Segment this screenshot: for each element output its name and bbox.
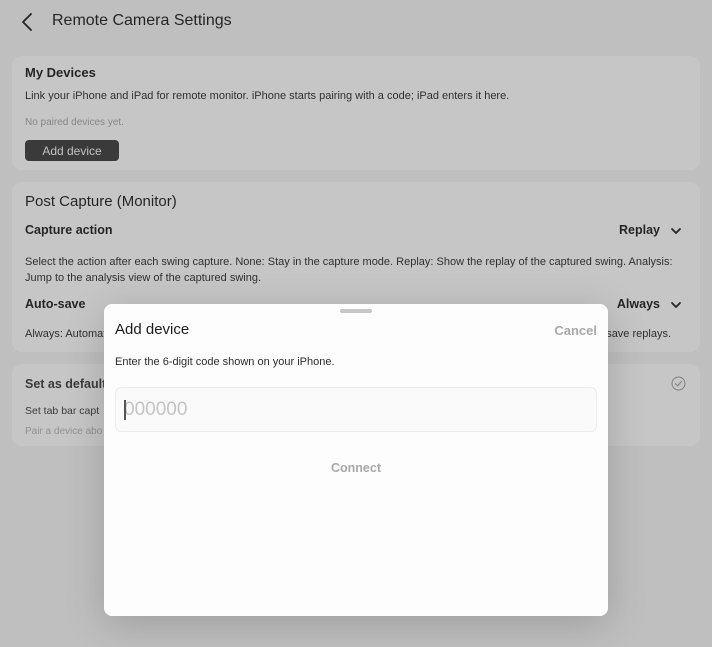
sheet-grabber[interactable] xyxy=(340,309,372,313)
add-device-sheet: Add device Cancel Enter the 6-digit code… xyxy=(104,304,608,616)
code-instructions: Enter the 6-digit code shown on your iPh… xyxy=(115,356,335,368)
connect-button[interactable]: Connect xyxy=(306,458,406,478)
cancel-button[interactable]: Cancel xyxy=(554,323,597,338)
sheet-title: Add device xyxy=(115,321,190,338)
pairing-code-input[interactable] xyxy=(115,387,597,432)
remote-camera-settings-screen: Remote Camera Settings My Devices Link y… xyxy=(0,0,712,647)
text-caret xyxy=(124,400,126,420)
